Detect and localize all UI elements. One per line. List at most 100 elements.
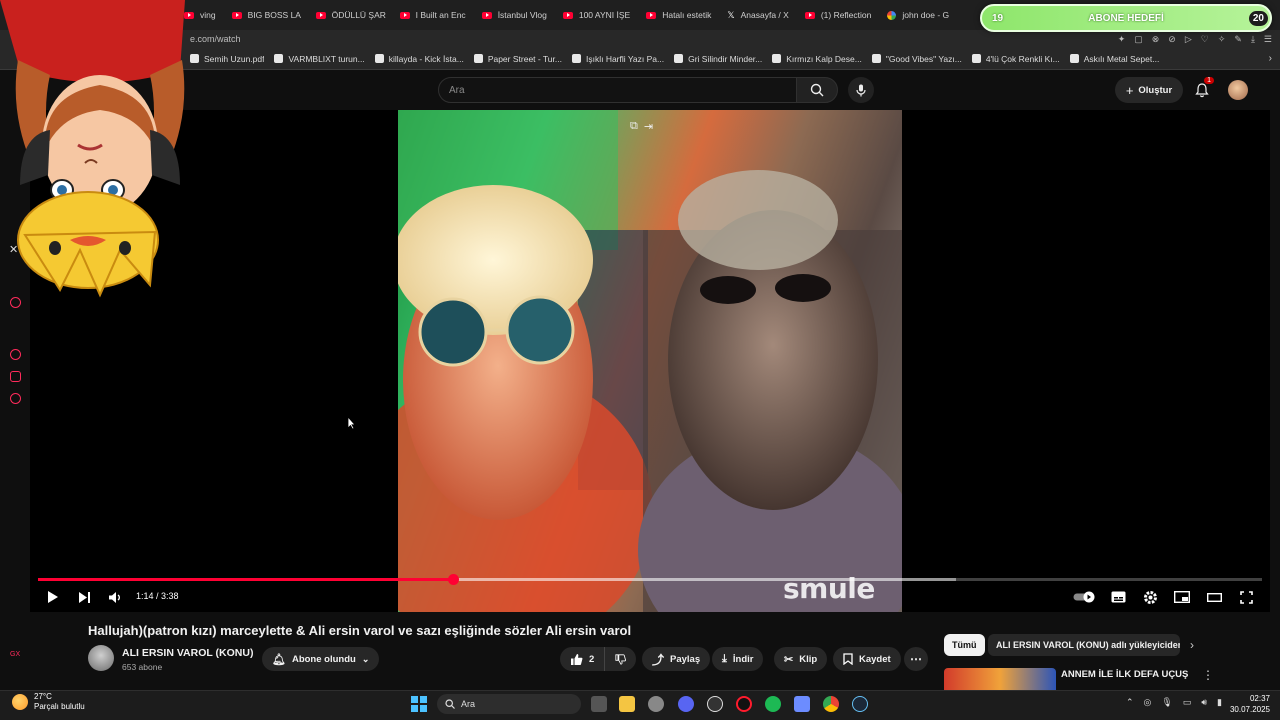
copy-icon[interactable]: ⧉	[630, 120, 638, 133]
browser-tab-label: BIG BOSS LA	[247, 10, 301, 20]
browser-tab[interactable]: Hatalı estetik	[638, 0, 719, 30]
next-button[interactable]	[75, 588, 93, 606]
search-input[interactable]: Ara	[438, 77, 798, 103]
share-button[interactable]: ⤴ Paylaş	[642, 647, 711, 671]
spotify-icon[interactable]	[765, 696, 781, 712]
download-button[interactable]: ⤓ İndir	[712, 647, 764, 671]
weather-widget[interactable]: 27°C Parçalı bulutlu	[12, 692, 85, 712]
more-vertical-icon[interactable]: ⋮	[1202, 668, 1214, 682]
steam-icon[interactable]	[852, 696, 868, 712]
played-bar	[38, 578, 453, 581]
channel-name[interactable]: ALI ERSIN VAROL (KONU)	[122, 647, 253, 659]
task-view-icon[interactable]	[591, 696, 607, 712]
subtitles-button[interactable]	[1109, 588, 1127, 606]
search-button[interactable]	[796, 77, 838, 103]
start-button[interactable]	[411, 696, 427, 712]
miniplayer-icon	[1174, 591, 1190, 603]
app-icon[interactable]	[707, 696, 723, 712]
browser-tab[interactable]: BIG BOSS LA	[224, 0, 308, 30]
chip-all[interactable]: Tümü	[944, 634, 985, 656]
video-frame[interactable]: ⧉ ⇥	[398, 110, 902, 612]
account-avatar[interactable]	[1228, 80, 1248, 100]
recommended-thumbnail[interactable]	[944, 668, 1056, 690]
heart-icon[interactable]: ♡	[1201, 34, 1209, 45]
bookmark-item[interactable]: VARMBLIXT turun...	[274, 54, 365, 64]
save-button[interactable]: Kaydet	[833, 647, 901, 671]
bookmark-item[interactable]: Paper Street - Tur...	[473, 54, 562, 64]
edit-icon[interactable]: ✎	[1234, 34, 1242, 45]
chat-icon[interactable]	[10, 371, 21, 382]
settings-app-icon[interactable]	[648, 696, 664, 712]
notifications-button[interactable]: 1	[1191, 77, 1214, 101]
discord-icon[interactable]	[678, 696, 694, 712]
chevron-right-icon[interactable]: ›	[1190, 638, 1194, 652]
opera-gx-icon[interactable]	[736, 696, 752, 712]
speaker-icon[interactable]: 🔊︎	[1201, 697, 1207, 708]
dislike-button[interactable]	[604, 647, 636, 671]
microphone-icon[interactable]: 🎙︎	[1161, 697, 1172, 708]
game-app-icon[interactable]	[794, 696, 810, 712]
subscribed-button[interactable]: 🔔︎ Abone olundu ⌄	[262, 647, 380, 671]
bookmark-item[interactable]: Semih Uzun.pdf	[190, 54, 264, 64]
youtube-icon	[481, 11, 492, 19]
browser-tab[interactable]: (1) Reflection	[797, 0, 880, 30]
gx-icon[interactable]: GX	[10, 651, 20, 658]
subscriber-count: 653 abone	[122, 662, 163, 672]
taskbar-search[interactable]: Ara	[437, 694, 581, 714]
create-button[interactable]: + Oluştur	[1115, 77, 1183, 103]
bookmark-label: "Good Vibes" Yazı...	[885, 53, 962, 64]
tray-app-icon[interactable]: ◎	[1144, 697, 1152, 708]
browser-tab[interactable]: ÖDÜLLÜ ŞAR	[308, 0, 392, 30]
bookmarks-more-icon[interactable]: ›	[1269, 53, 1272, 64]
bookmark-item[interactable]: Kırmızı Kalp Dese...	[772, 54, 862, 64]
goal-target: 20	[1248, 10, 1268, 26]
share-icon[interactable]: ⊘	[1168, 34, 1176, 45]
browser-tab[interactable]: 100 AYNI İŞE	[555, 0, 638, 30]
youtube-icon	[562, 11, 573, 19]
chevron-up-icon[interactable]: ⌃	[1126, 697, 1134, 708]
play-icon[interactable]: ▷	[1185, 34, 1192, 45]
volume-button[interactable]	[106, 588, 124, 606]
file-explorer-icon[interactable]	[619, 696, 635, 712]
settings-button[interactable]	[1141, 588, 1159, 606]
bookmark-item[interactable]: Gri Silindir Minder...	[674, 54, 762, 64]
bookmark-item[interactable]: Askılı Metal Sepet...	[1069, 54, 1159, 64]
clip-button[interactable]: ✂ Klip	[774, 647, 828, 671]
recommended-title[interactable]: ANNEM İLE İLK DEFA UÇUŞ YAPTIK	[1061, 669, 1191, 690]
battery-icon[interactable]: ▮	[1217, 697, 1222, 708]
history-icon[interactable]	[10, 349, 21, 360]
download-icon[interactable]: ⤓	[1251, 34, 1255, 45]
theater-button[interactable]	[1205, 588, 1223, 606]
browser-tab[interactable]: I Built an Enc	[392, 0, 474, 30]
system-clock[interactable]: 02:37 30.07.2025	[1228, 693, 1270, 715]
browser-tab[interactable]: john doe - G	[879, 0, 957, 30]
chrome-icon[interactable]	[823, 696, 839, 712]
menu-icon[interactable]: ☰	[1264, 34, 1272, 45]
browser-tab[interactable]: 𝕏 Anasayfa / X	[719, 0, 796, 30]
bookmark-item[interactable]: 4'lü Çok Renkli Kı...	[971, 54, 1060, 64]
extension-icon[interactable]: ✦	[1118, 34, 1126, 45]
bookmark-item[interactable]: Işıklı Harfli Yazı Pa...	[571, 54, 664, 64]
block-icon[interactable]: ⊗	[1152, 34, 1160, 45]
chip-uploader[interactable]: ALI ERSIN VAROL (KONU) adlı yükleyiciden	[988, 634, 1180, 656]
like-button[interactable]: 2	[560, 647, 604, 671]
more-actions-button[interactable]: ⋯	[904, 647, 928, 671]
bookmark-item[interactable]: "Good Vibes" Yazı...	[871, 53, 962, 64]
browser-tab-label: Hatalı estetik	[662, 10, 712, 20]
popout-icon[interactable]: ⇥	[644, 120, 653, 133]
play-button[interactable]	[44, 588, 62, 606]
screenshot-icon[interactable]: ▢	[1134, 34, 1143, 45]
voice-search-button[interactable]	[848, 77, 874, 103]
browser-tab[interactable]: İstanbul Vlog	[474, 0, 555, 30]
bell-icon	[1195, 82, 1209, 97]
channel-avatar[interactable]	[88, 645, 114, 671]
bookmark-item[interactable]: killayda - Kick İsta...	[374, 54, 464, 64]
miniplayer-button[interactable]	[1173, 588, 1191, 606]
scrubber-handle[interactable]	[447, 574, 459, 585]
fullscreen-button[interactable]	[1237, 588, 1255, 606]
puzzle-icon[interactable]: ✧	[1218, 34, 1226, 45]
autoplay-toggle[interactable]	[1073, 588, 1097, 606]
video-progress-bar[interactable]	[38, 574, 1262, 585]
settings-icon[interactable]	[10, 393, 21, 404]
display-icon[interactable]: ▭	[1183, 697, 1192, 708]
